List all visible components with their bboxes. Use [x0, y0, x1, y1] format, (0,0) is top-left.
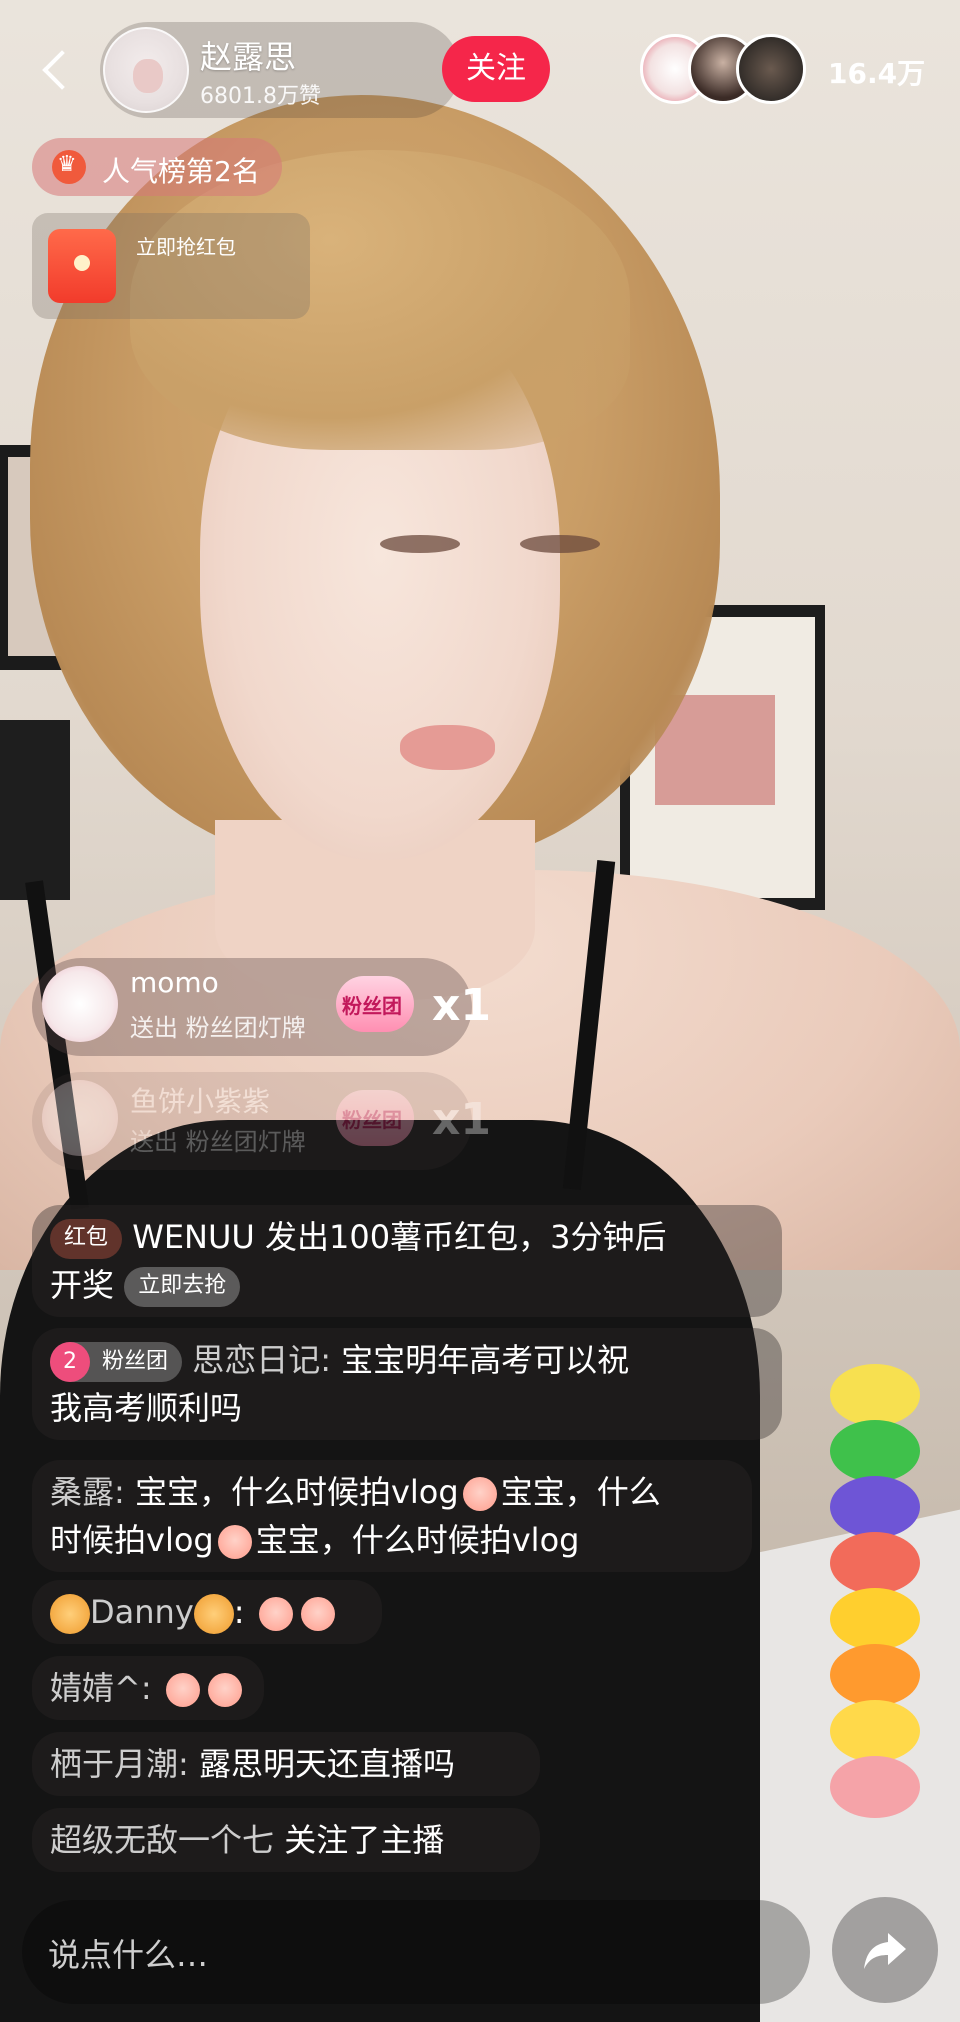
gift-action: 送出 粉丝团灯牌 [130, 1014, 306, 1042]
follow-button[interactable]: 关注 [442, 36, 550, 102]
chat-text: 开奖 [50, 1266, 115, 1304]
chat-message: 桑露: 宝宝，什么时候拍vlog 宝宝，什么 时候拍vlog 宝宝，什么时候拍vlo… [32, 1460, 752, 1572]
gift-action: 送出 粉丝团灯牌 [130, 1128, 306, 1156]
peach-emoji-icon [462, 1477, 497, 1511]
chat-message: 超级无敌一个七 关注了主播 [32, 1808, 540, 1872]
peach-emoji-icon [217, 1525, 252, 1559]
pig-emoji-icon [258, 1597, 293, 1631]
gift-sender-name: momo [130, 966, 219, 999]
chat-text: 宝宝，什么时候拍vlog [134, 1473, 459, 1511]
chat-text: WENUU 发出100薯币红包，3分钟后 [132, 1218, 667, 1256]
host-likes: 6801.8万赞 [200, 84, 321, 109]
popularity-rank-badge[interactable]: 人气榜第2名 [32, 138, 282, 196]
pig-emoji-icon [207, 1673, 242, 1707]
streamer-eye-right [520, 535, 600, 553]
chat-text: 宝宝，什么 [500, 1473, 661, 1511]
fan-club-badge: 2 粉丝团 [50, 1342, 183, 1382]
chat-message: 栖于月潮: 露思明天还直播吗 [32, 1732, 540, 1796]
fan-badge-gift-icon: 粉丝团 [336, 976, 414, 1032]
host-info[interactable]: 赵露思 6801.8万赞 关注 [100, 22, 550, 118]
chat-username[interactable]: 思恋日记: [192, 1341, 331, 1379]
comment-input[interactable]: 说点什么… [22, 1900, 810, 2004]
fan-badge-gift-icon: 粉丝团 [336, 1090, 414, 1146]
chat-message: 红包 WENUU 发出100薯币红包，3分钟后 开奖 立即去抢 [32, 1205, 782, 1317]
gift-item-label: 粉丝团 [342, 1108, 402, 1132]
chat-message: 2 粉丝团 思恋日记: 宝宝明年高考可以祝 我高考顺利吗 [32, 1328, 782, 1440]
host-avatar[interactable] [103, 27, 189, 113]
back-icon[interactable] [36, 42, 76, 98]
chat-message: Danny: [32, 1580, 382, 1644]
gift-count: x1 [432, 1094, 491, 1145]
fan-club-label: 粉丝团 [102, 1349, 169, 1374]
host-name: 赵露思 [200, 38, 297, 76]
gift-notification: momo 送出 粉丝团灯牌 粉丝团 x1 [32, 958, 491, 1056]
share-icon [864, 1933, 906, 1969]
chat-text: 时候拍vlog [50, 1521, 214, 1559]
comment-placeholder: 说点什么… [48, 1936, 209, 1974]
chat-separator: : [233, 1593, 245, 1631]
chat-username[interactable]: 栖于月潮: [50, 1745, 189, 1783]
share-button[interactable] [832, 1897, 938, 2003]
streamer-eye-left [380, 535, 460, 553]
crown-icon [52, 150, 86, 184]
gift-count: x1 [432, 980, 491, 1031]
viewer-avatar[interactable] [736, 34, 806, 104]
tiger-emoji-icon [193, 1594, 234, 1634]
gift-sender-avatar [42, 966, 118, 1042]
red-packet-card[interactable]: 立即抢红包 [32, 213, 310, 319]
wall-painting-left-lower [0, 720, 70, 900]
gift-sender-name: 鱼饼小紫紫 [130, 1085, 271, 1118]
chat-username[interactable]: Danny [90, 1593, 194, 1631]
chat-username[interactable]: 超级无敌一个七 [50, 1821, 274, 1859]
fan-level: 2 [50, 1342, 90, 1382]
gift-item-label: 粉丝团 [342, 994, 402, 1018]
viewer-avatars[interactable] [640, 34, 806, 106]
chat-text: 宝宝明年高考可以祝 [341, 1341, 630, 1379]
rank-label: 人气榜第2名 [102, 155, 260, 188]
pig-emoji-icon [165, 1673, 200, 1707]
chat-text: 我高考顺利吗 [50, 1389, 243, 1427]
chat-message: 婧婧^: [32, 1656, 264, 1720]
chat-username[interactable]: 桑露: [50, 1473, 125, 1511]
chat-text: 关注了主播 [284, 1821, 445, 1859]
chat-username[interactable]: 婧婧^: [50, 1669, 152, 1707]
tiger-emoji-icon [50, 1594, 90, 1634]
gift-notification: 鱼饼小紫紫 送出 粉丝团灯牌 粉丝团 x1 [32, 1072, 491, 1170]
pig-emoji-icon [300, 1597, 335, 1631]
plush-toy-stack [820, 1364, 930, 1840]
red-packet-label: 立即抢红包 [136, 235, 236, 259]
red-packet-tag: 红包 [50, 1219, 123, 1259]
streamer-lips [400, 725, 495, 770]
gift-sender-avatar [42, 1080, 118, 1156]
viewer-count[interactable]: 16.4万 [828, 52, 925, 92]
chat-text: 宝宝，什么时候拍vlog [255, 1521, 580, 1559]
live-header: 赵露思 6801.8万赞 关注 16.4万 [0, 22, 960, 118]
chat-text: 露思明天还直播吗 [198, 1745, 455, 1783]
grab-red-packet-button[interactable]: 立即去抢 [124, 1267, 241, 1307]
red-packet-icon [48, 229, 116, 303]
